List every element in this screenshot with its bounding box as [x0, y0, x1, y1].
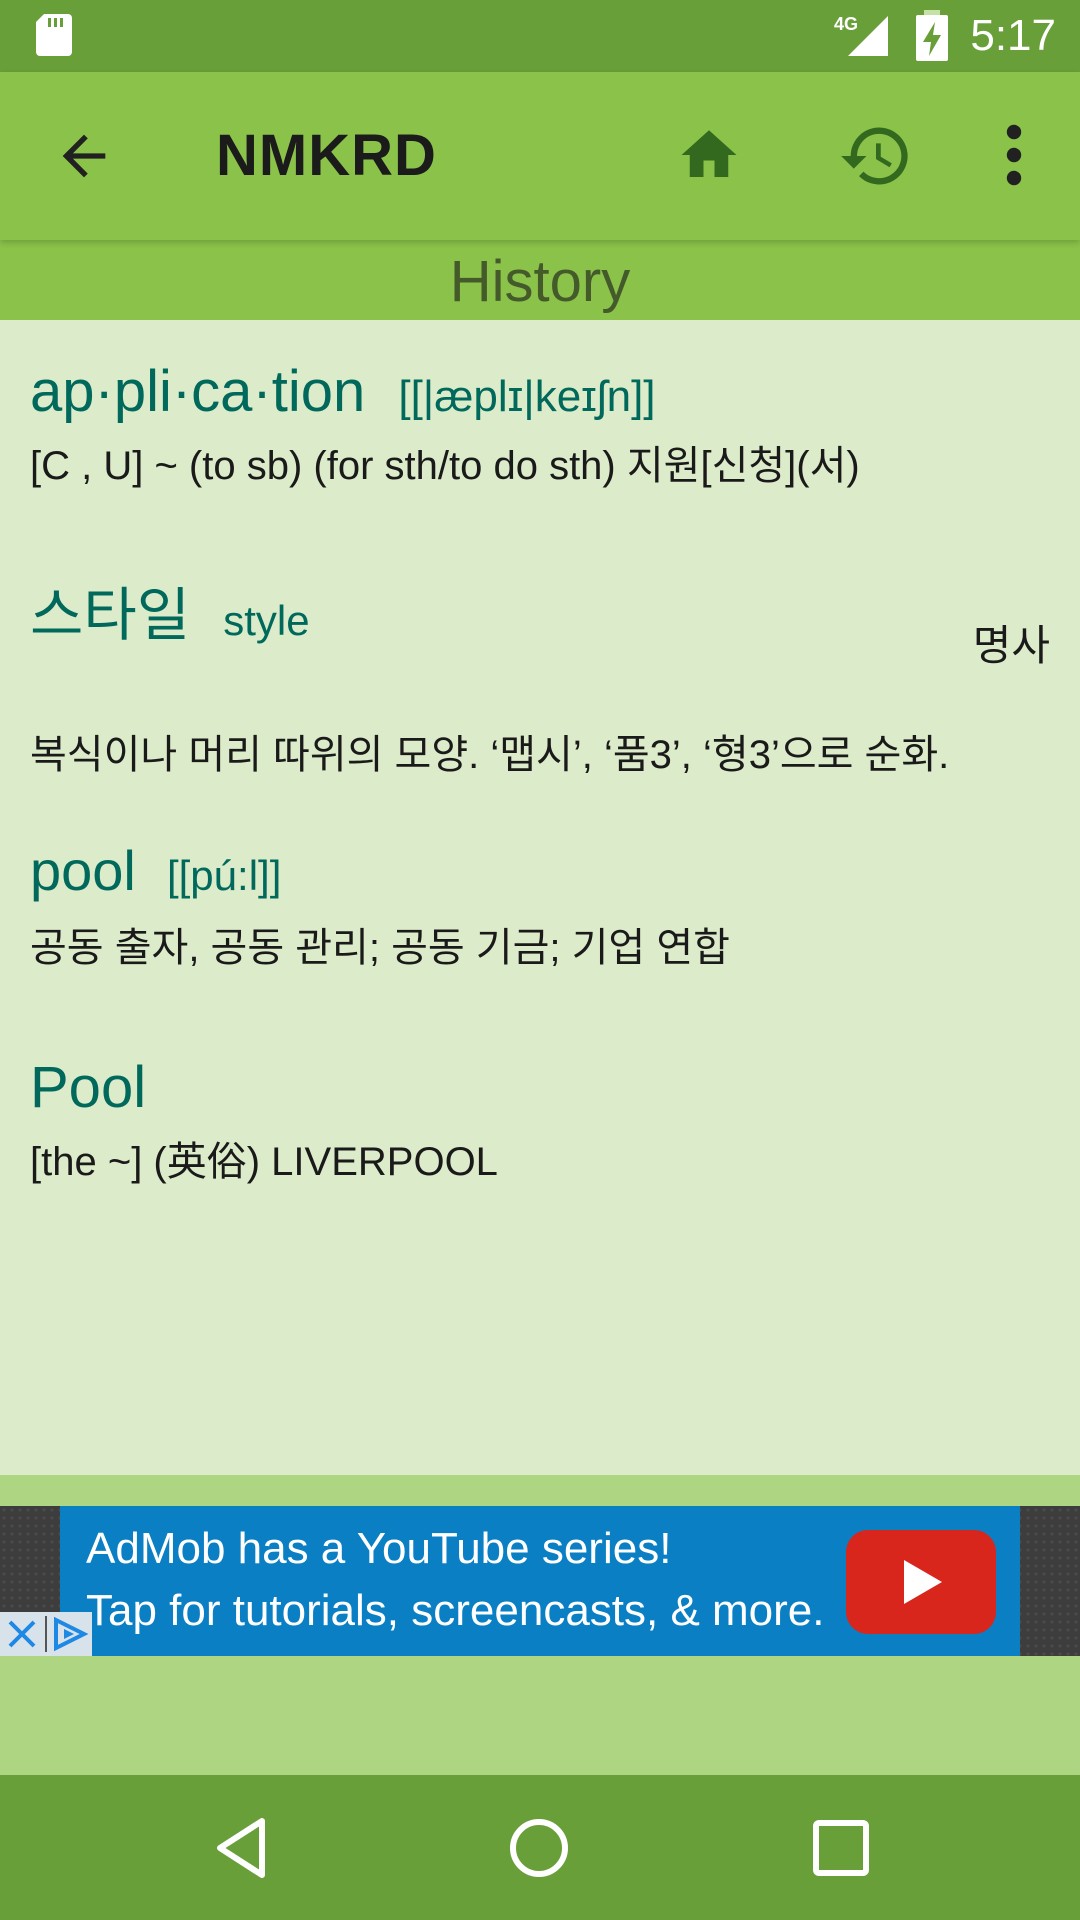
- definition: 공동 출자, 공동 관리; 공동 기금; 기업 연합: [30, 926, 730, 970]
- youtube-play-icon: [846, 1530, 996, 1634]
- nav-home-icon[interactable]: [506, 1815, 572, 1881]
- signal-icon: 4G: [834, 14, 889, 56]
- list-item[interactable]: Pool [the ~] (英俗) LIVERPOOL: [30, 1054, 1050, 1187]
- navigation-bar: [0, 1775, 1080, 1920]
- headword: 스타일: [30, 583, 191, 648]
- sd-card-icon: [36, 14, 72, 56]
- headword: ap·pli·ca·tion: [30, 359, 366, 424]
- ad-banner[interactable]: AdMob has a YouTube series! Tap for tuto…: [0, 1506, 1080, 1656]
- pronunciation: style: [223, 597, 310, 644]
- pronunciation: [[pú:l]]: [166, 852, 282, 899]
- nav-back-icon[interactable]: [208, 1815, 274, 1881]
- ad-choices[interactable]: [0, 1612, 92, 1656]
- headword: Pool: [30, 1055, 147, 1120]
- nav-recents-icon[interactable]: [808, 1815, 874, 1881]
- home-icon[interactable]: [676, 122, 742, 188]
- list-item[interactable]: ap·pli·ca·tion [[|æplɪ|keɪʃn]] [C , U] ~…: [30, 358, 1050, 491]
- back-arrow-icon[interactable]: [52, 124, 116, 188]
- ad-line-1: AdMob has a YouTube series!: [86, 1524, 672, 1573]
- list-item[interactable]: 스타일 style 명사 복식이나 머리 따위의 모양. ‘맵시’, ‘품3’,…: [30, 568, 1050, 780]
- history-list: ap·pli·ca·tion [[|æplɪ|keɪʃn]] [C , U] ~…: [0, 320, 1080, 1475]
- app-title: NMKRD: [216, 123, 437, 188]
- pronunciation: [[|æplɪ|keɪʃn]]: [398, 372, 656, 421]
- ad-content[interactable]: AdMob has a YouTube series! Tap for tuto…: [60, 1506, 1020, 1656]
- definition: [C , U] ~ (to sb) (for sth/to do sth) 지원…: [30, 444, 860, 488]
- definition: [the ~] (英俗) LIVERPOOL: [30, 1140, 498, 1184]
- list-item[interactable]: pool [[pú:l]] 공동 출자, 공동 관리; 공동 기금; 기업 연합: [30, 838, 1050, 973]
- status-bar: 4G 5:17: [0, 0, 1080, 72]
- ad-line-2: Tap for tutorials, screencasts, & more.: [86, 1586, 825, 1635]
- part-of-speech: 명사: [972, 622, 1050, 669]
- adchoices-icon[interactable]: [44, 1612, 92, 1656]
- history-icon[interactable]: [838, 118, 914, 194]
- network-label: 4G: [834, 14, 858, 34]
- more-vert-icon[interactable]: [994, 122, 1034, 188]
- clock: 5:17: [970, 11, 1056, 60]
- section-header: History: [0, 240, 1080, 320]
- battery-icon: [916, 10, 949, 61]
- app-bar: NMKRD: [0, 72, 1080, 240]
- section-title: History: [449, 249, 631, 314]
- close-icon[interactable]: [0, 1612, 44, 1656]
- definition: 복식이나 머리 따위의 모양. ‘맵시’, ‘품3’, ‘형3’으로 순화.: [30, 733, 950, 777]
- headword: pool: [30, 839, 136, 902]
